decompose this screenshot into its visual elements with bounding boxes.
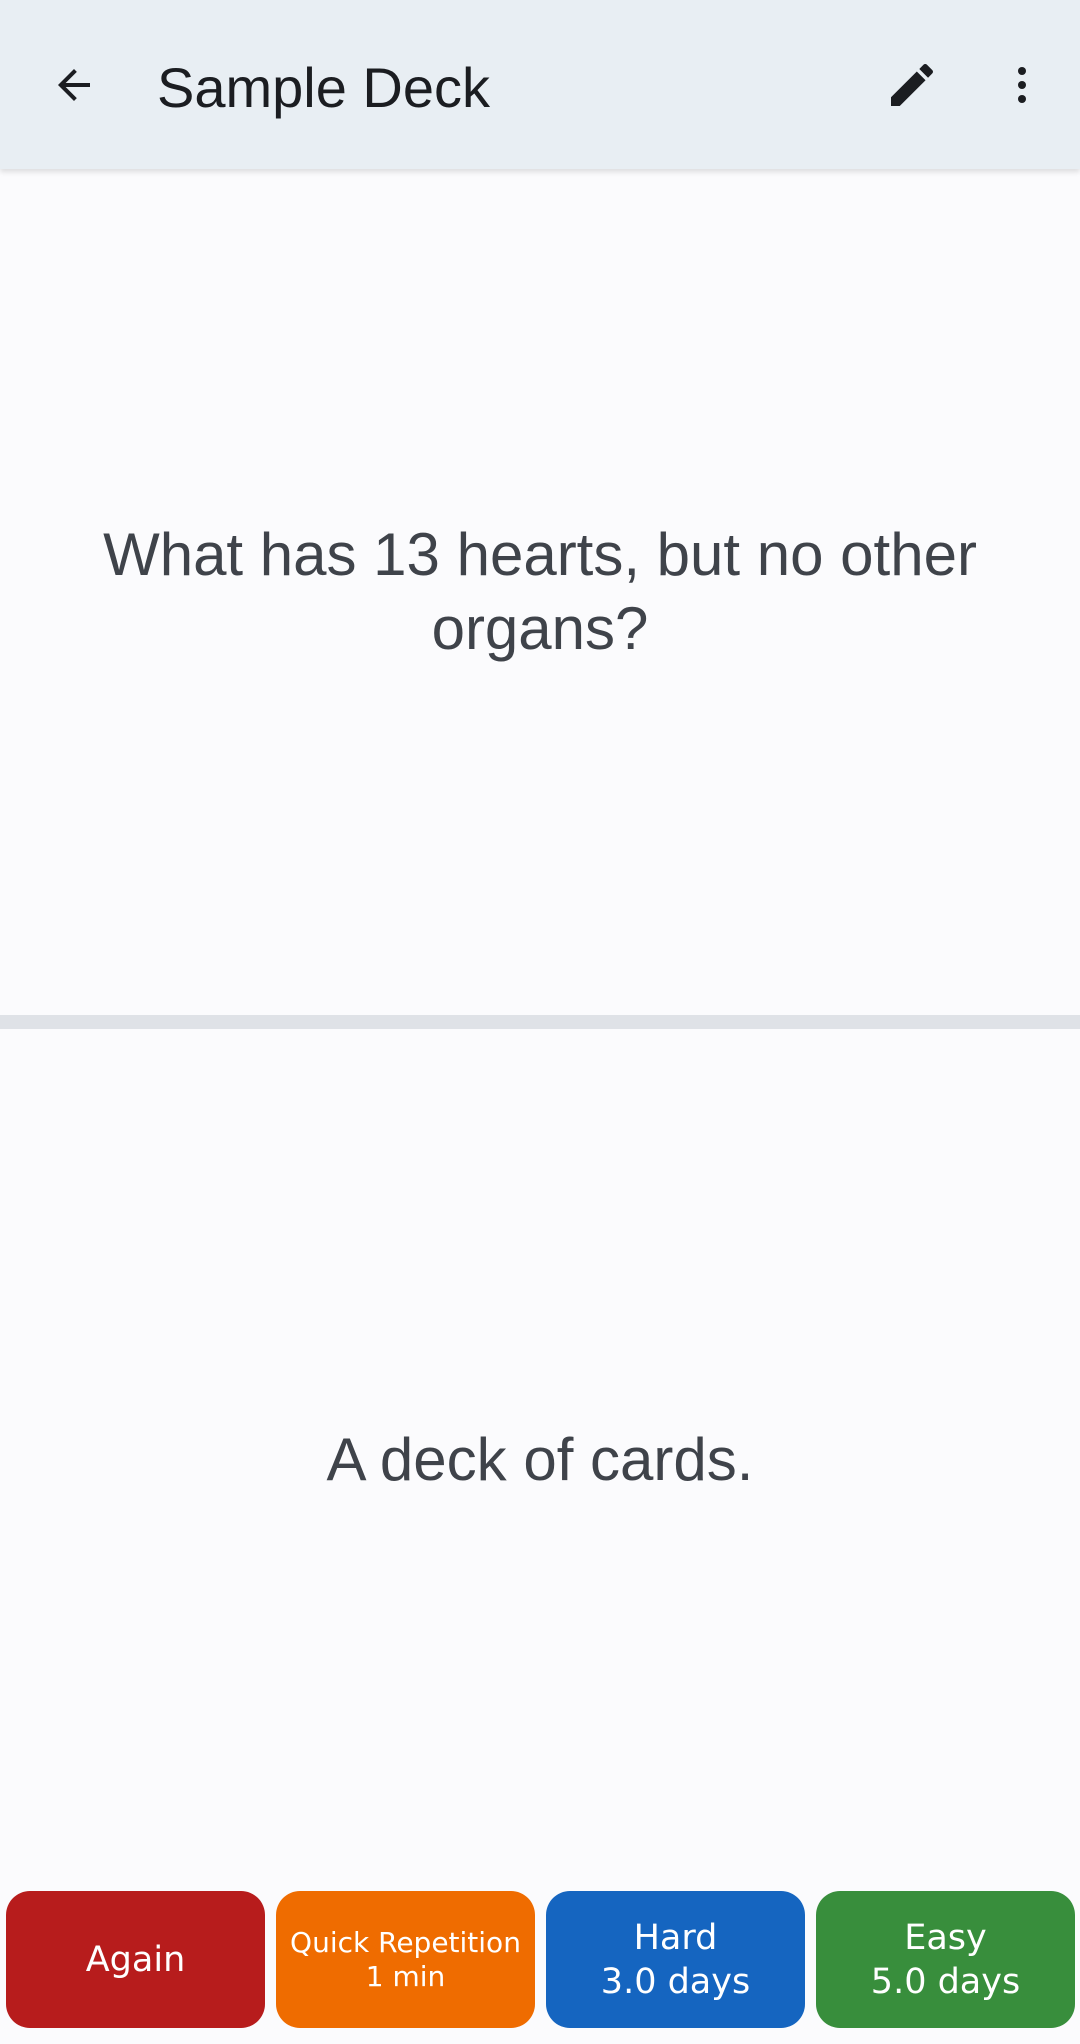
again-label: Again [85,1939,186,1980]
quick-repetition-label: Quick Repetition [290,1925,521,1959]
card-question: What has 13 hearts, but no other organs? [103,521,977,662]
hard-button[interactable]: Hard 3.0 days [546,1891,805,2028]
easy-interval: 5.0 days [870,1961,1021,2002]
answer-area: A deck of cards. [0,1029,1080,1891]
easy-label: Easy [904,1917,987,1958]
card-divider [0,1015,1080,1029]
quick-repetition-button[interactable]: Quick Repetition 1 min [276,1891,535,2028]
easy-button[interactable]: Easy 5.0 days [816,1891,1075,2028]
pencil-icon [891,63,934,106]
hard-interval: 3.0 days [600,1961,751,2002]
app-bar: Sample Deck [0,0,1080,169]
arrow-back-icon [58,69,90,101]
quick-repetition-interval: 1 min [365,1959,446,1993]
card-answer: A deck of cards. [326,1426,754,1493]
deck-title: Sample Deck [157,56,491,119]
back-button[interactable] [26,37,122,133]
more-vert-icon [1018,67,1026,103]
more-options-button[interactable] [974,37,1070,133]
edit-button[interactable] [864,37,960,133]
question-area: What has 13 hearts, but no other organs? [0,169,1080,1015]
hard-label: Hard [633,1917,718,1958]
again-button[interactable]: Again [6,1891,265,2028]
